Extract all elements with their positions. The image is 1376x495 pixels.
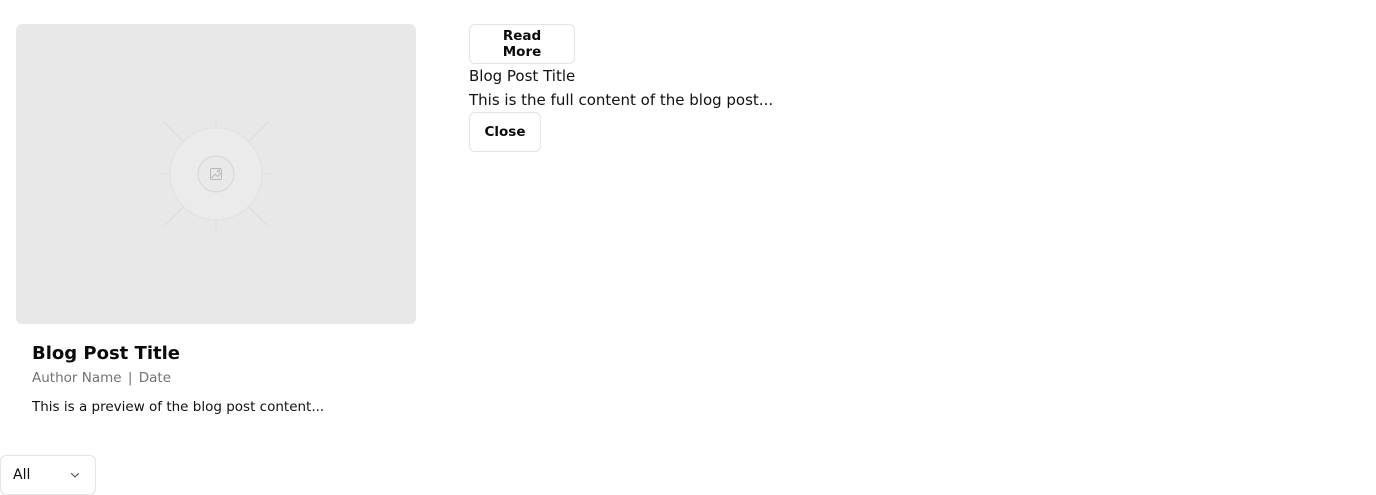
image-placeholder-icon — [159, 119, 272, 232]
card-body: Blog Post Title Author Name | Date This … — [16, 342, 416, 416]
read-more-button[interactable]: Read More — [469, 24, 575, 64]
filter-selected-value: All — [13, 467, 31, 483]
meta-separator: | — [127, 370, 133, 386]
card-title: Blog Post Title — [32, 343, 180, 364]
post-date: Date — [138, 370, 172, 386]
post-detail: Read More Blog Post Title This is the fu… — [469, 24, 773, 152]
chevron-down-icon — [70, 472, 80, 478]
detail-title: Blog Post Title — [469, 67, 576, 85]
card-preview-text: This is a preview of the blog post conte… — [32, 399, 325, 415]
detail-content: This is the full content of the blog pos… — [469, 91, 774, 109]
category-filter-select[interactable]: All — [0, 455, 96, 495]
blog-post-card: Blog Post Title Author Name | Date This … — [16, 24, 416, 416]
card-meta: Author Name | Date — [32, 369, 400, 387]
close-button[interactable]: Close — [469, 112, 541, 152]
blog-post-image-placeholder — [16, 24, 416, 324]
author-name: Author Name — [32, 370, 122, 386]
